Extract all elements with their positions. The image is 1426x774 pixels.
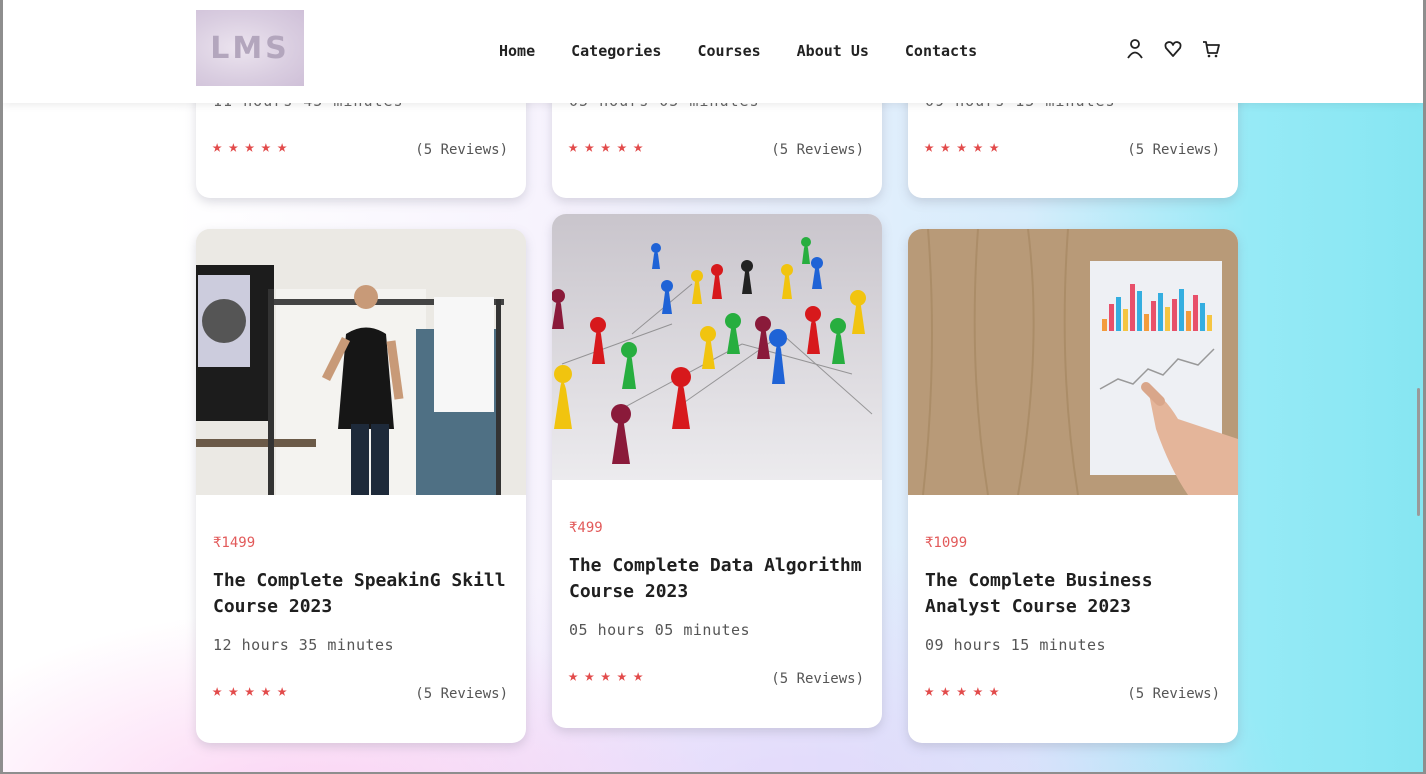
heart-icon[interactable] [1163,38,1183,60]
course-title[interactable]: The Complete SpeakinG Skill Course 2023 [213,568,513,620]
reviews-count[interactable]: (5 Reviews) [771,142,864,158]
rating-stars: ★★★★★ [924,681,1006,701]
scrollbar-thumb[interactable] [1417,388,1420,516]
nav-home[interactable]: Home [499,42,535,60]
course-price: ₹499 [569,520,603,536]
rating-stars: ★★★★★ [568,137,650,157]
course-price: ₹1499 [213,535,256,551]
course-card[interactable]: ₹1099 The Complete Business Analyst Cour… [908,229,1238,743]
nav-about-us[interactable]: About Us [797,42,869,60]
main-nav: Home Categories Courses About Us Contact… [499,42,1013,60]
course-image-speaker[interactable] [196,229,526,495]
rating-stars: ★★★★★ [568,666,650,686]
course-title[interactable]: The Complete Data Algorithm Course 2023 [569,553,869,605]
nav-contacts[interactable]: Contacts [905,42,977,60]
course-image-chart[interactable] [908,229,1238,495]
course-title[interactable]: The Complete Business Analyst Course 202… [925,568,1225,620]
cart-icon[interactable] [1201,38,1221,60]
course-duration: 09 hours 15 minutes [925,636,1107,654]
logo[interactable]: LMS [196,10,304,86]
course-duration: 05 hours 05 minutes [569,621,751,639]
reviews-count[interactable]: (5 Reviews) [771,671,864,687]
course-image-network[interactable] [552,214,882,480]
course-duration: 12 hours 35 minutes [213,636,395,654]
reviews-count[interactable]: (5 Reviews) [415,686,508,702]
chart-document-photo [908,229,1238,495]
header-icons [1125,38,1221,60]
rating-stars: ★★★★★ [212,681,294,701]
reviews-count[interactable]: (5 Reviews) [1127,686,1220,702]
user-icon[interactable] [1125,38,1145,60]
reviews-count[interactable]: (5 Reviews) [1127,142,1220,158]
course-card[interactable]: ₹1499 The Complete SpeakinG Skill Course… [196,229,526,743]
rating-stars: ★★★★★ [212,137,294,157]
course-card[interactable]: ₹499 The Complete Data Algorithm Course … [552,214,882,728]
speaker-photo [196,229,526,495]
reviews-count[interactable]: (5 Reviews) [415,142,508,158]
rating-stars: ★★★★★ [924,137,1006,157]
network-pawns-photo [552,214,882,480]
nav-courses[interactable]: Courses [697,42,760,60]
site-header: LMS Home Categories Courses About Us Con… [3,0,1423,103]
course-price: ₹1099 [925,535,968,551]
nav-categories[interactable]: Categories [571,42,661,60]
page-frame: LMS Home Categories Courses About Us Con… [0,0,1426,774]
